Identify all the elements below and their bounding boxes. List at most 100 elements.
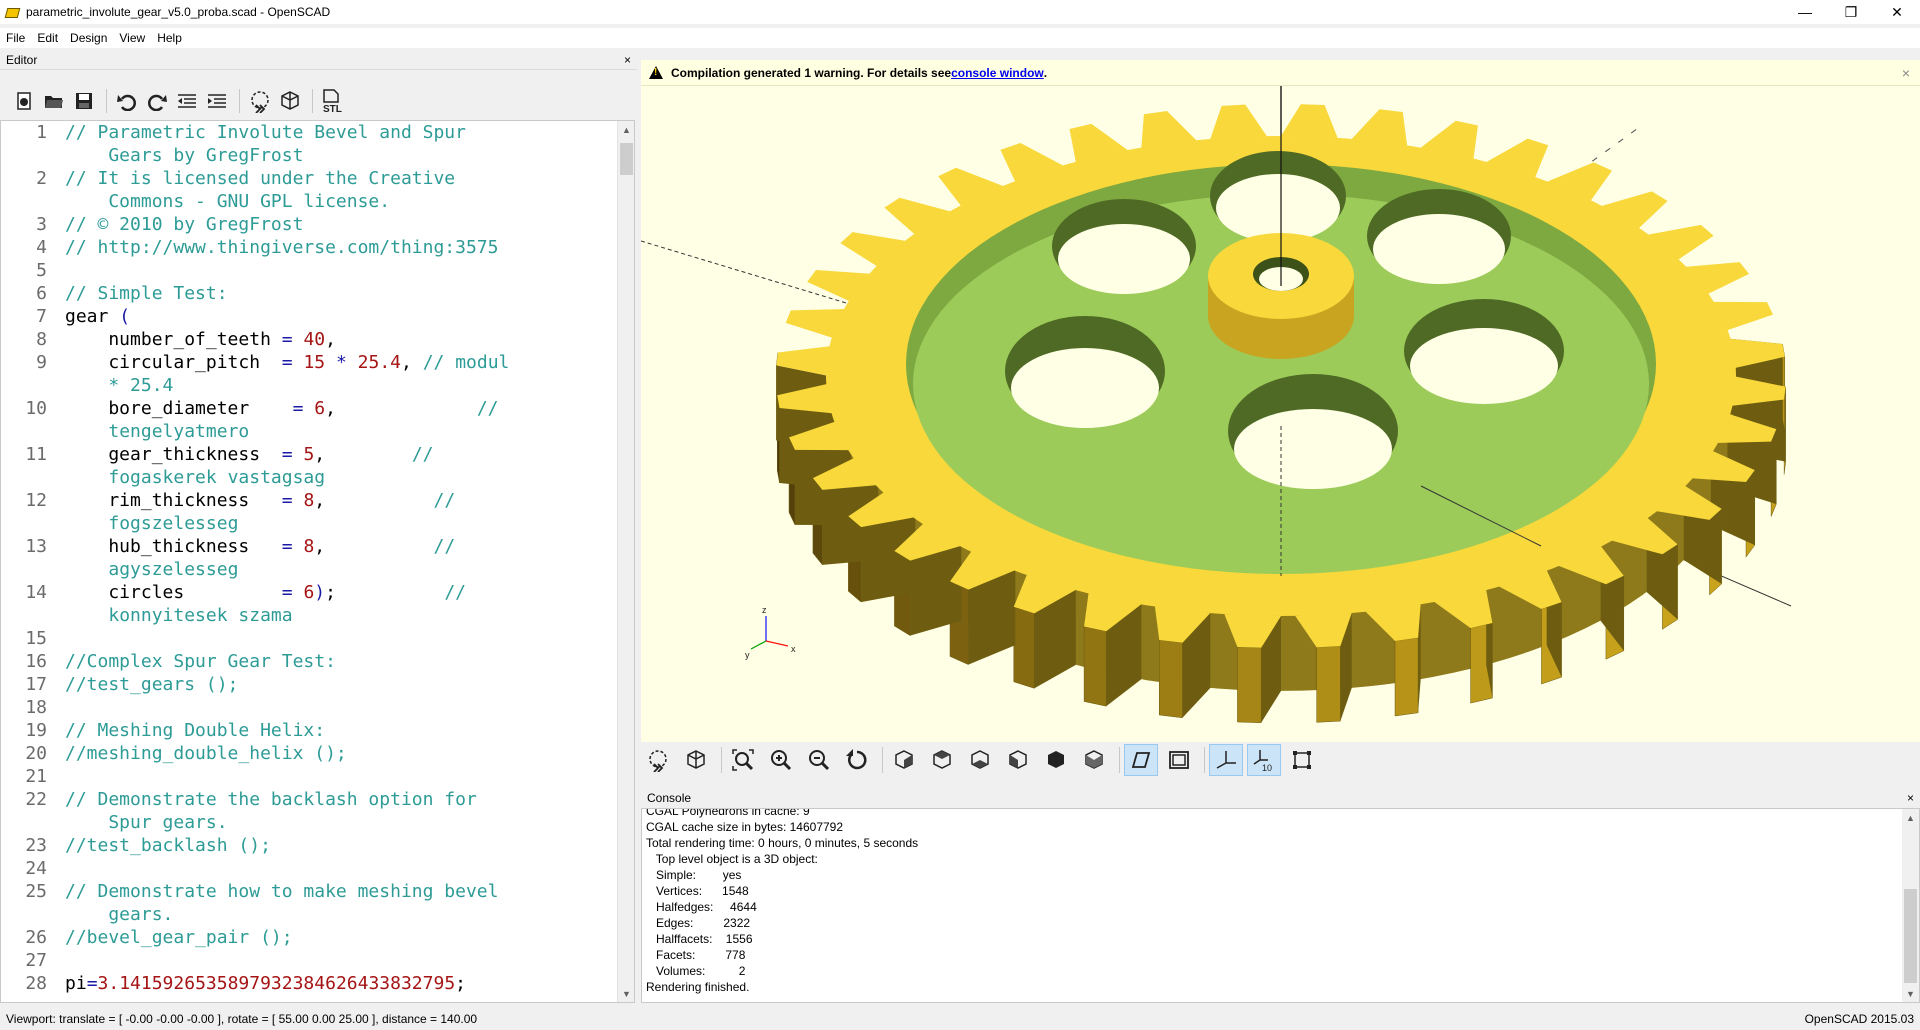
minimize-button[interactable]: —: [1782, 0, 1828, 24]
scroll-down-arrow-icon[interactable]: ▼: [618, 985, 634, 1002]
console-close-button[interactable]: ×: [1907, 791, 1914, 805]
export-stl-icon[interactable]: STL: [319, 87, 347, 115]
code-line[interactable]: 2// It is licensed under the Creative↲: [36, 167, 605, 190]
close-window-button[interactable]: ✕: [1874, 0, 1920, 24]
perspective-icon[interactable]: [1124, 744, 1158, 776]
code-line[interactable]: Commons - GNU GPL license.: [65, 190, 605, 213]
3d-viewport[interactable]: z y x: [641, 86, 1920, 742]
code-line[interactable]: 8 number_of_teeth = 40,: [36, 328, 605, 351]
status-bar: Viewport: translate = [ -0.00 -0.00 -0.0…: [0, 1008, 1920, 1030]
code-line[interactable]: 15: [25, 627, 605, 650]
render-icon[interactable]: [276, 87, 304, 115]
code-line[interactable]: Gears by GregFrost: [65, 144, 605, 167]
editor-scrollbar[interactable]: ▲ ▼: [617, 121, 634, 1002]
scroll-up-arrow-icon[interactable]: ▲: [618, 121, 634, 138]
code-line[interactable]: 1// Parametric Involute Bevel and Spur↲: [36, 121, 605, 144]
console-scrollbar[interactable]: ▲ ▼: [1902, 809, 1919, 1002]
code-line[interactable]: 13 hub_thickness = 8, //↲: [25, 535, 605, 558]
view-top-icon[interactable]: [925, 744, 959, 776]
code-line[interactable]: 5: [36, 259, 605, 282]
code-line[interactable]: tengelyatmero: [65, 420, 605, 443]
code-line[interactable]: 26 //bevel_gear_pair ();: [25, 926, 605, 949]
code-content[interactable]: 1// Parametric Involute Bevel and Spur↲ …: [25, 121, 605, 995]
console-output[interactable]: CGAL Polyhedrons in cache: 9 CGAL cache s…: [641, 808, 1920, 1003]
gear-tooth-side: [1394, 637, 1419, 717]
code-line[interactable]: 9 circular_pitch = 15 * 25.4, // modul↲: [36, 351, 605, 374]
indent-icon[interactable]: [203, 87, 231, 115]
code-line[interactable]: gears.: [65, 903, 605, 926]
editor-close-button[interactable]: ×: [624, 53, 631, 67]
code-line[interactable]: 17 //test_gears ();: [25, 673, 605, 696]
gear-tooth-side: [1237, 646, 1262, 724]
view-back-icon[interactable]: [1077, 744, 1111, 776]
axis-label-y: y: [745, 650, 750, 660]
view-bottom-icon[interactable]: [963, 744, 997, 776]
code-line[interactable]: 11 gear_thickness = 5, //↲: [25, 443, 605, 466]
warning-close-button[interactable]: ×: [1902, 65, 1910, 81]
code-text: Gears by GregFrost: [65, 145, 304, 166]
viewport-status: Viewport: translate = [ -0.00 -0.00 -0.0…: [6, 1012, 478, 1026]
code-line[interactable]: 7 gear (: [36, 305, 605, 328]
code-line[interactable]: 23 //test_backlash ();: [25, 834, 605, 857]
code-line[interactable]: 21: [25, 765, 605, 788]
code-line[interactable]: 6 // Simple Test:: [36, 282, 605, 305]
menu-view[interactable]: View: [113, 31, 151, 45]
line-number: 17: [25, 674, 47, 695]
new-file-icon[interactable]: [10, 87, 38, 115]
preview-icon[interactable]: [641, 744, 675, 776]
preview-icon[interactable]: [246, 87, 274, 115]
console-scroll-down-icon[interactable]: ▼: [1902, 985, 1919, 1002]
code-line[interactable]: fogaskerek vastagsag: [65, 466, 605, 489]
console-window-link[interactable]: console window: [951, 66, 1044, 80]
code-line[interactable]: * 25.4: [65, 374, 605, 397]
maximize-button[interactable]: ❐: [1828, 0, 1874, 24]
code-line[interactable]: 12 rim_thickness = 8, //↲: [25, 489, 605, 512]
line-number: 22: [25, 789, 47, 810]
menu-design[interactable]: Design: [64, 31, 113, 45]
code-line[interactable]: 3 // © 2010 by GregFrost: [36, 213, 605, 236]
code-line[interactable]: 28 pi=3.1415926535897932384626433832795;: [25, 972, 605, 995]
code-line[interactable]: 16 //Complex Spur Gear Test:: [25, 650, 605, 673]
view-right-icon[interactable]: [887, 744, 921, 776]
code-line[interactable]: fogszelesseg: [65, 512, 605, 535]
code-line[interactable]: 14 circles = 6); //↲: [25, 581, 605, 604]
open-file-icon[interactable]: [40, 87, 68, 115]
code-line[interactable]: 24: [25, 857, 605, 880]
editor-scroll-thumb[interactable]: [620, 143, 633, 175]
code-line[interactable]: 20 //meshing_double_helix ();: [25, 742, 605, 765]
code-line[interactable]: konnyitesek szama: [65, 604, 605, 627]
code-editor[interactable]: 1// Parametric Involute Bevel and Spur↲ …: [0, 120, 635, 1003]
code-line[interactable]: 25 // Demonstrate how to make meshing bev…: [25, 880, 605, 903]
show-scale-icon[interactable]: 10: [1247, 744, 1281, 776]
render-icon[interactable]: [679, 744, 713, 776]
save-icon[interactable]: [70, 87, 98, 115]
line-number: 1: [36, 122, 47, 143]
code-line[interactable]: 27: [25, 949, 605, 972]
show-edges-icon[interactable]: [1285, 744, 1319, 776]
view-front-icon[interactable]: [1039, 744, 1073, 776]
code-line[interactable]: 10 bore_diameter = 6, //↲: [25, 397, 605, 420]
code-line[interactable]: Spur gears.: [65, 811, 605, 834]
code-line[interactable]: 18: [25, 696, 605, 719]
menu-edit[interactable]: Edit: [31, 31, 64, 45]
code-line[interactable]: 4 // http://www.thingiverse.com/thing:357…: [36, 236, 605, 259]
view-all-icon[interactable]: [726, 744, 760, 776]
console-scroll-up-icon[interactable]: ▲: [1902, 809, 1919, 826]
code-line[interactable]: 22 // Demonstrate the backlash option for…: [25, 788, 605, 811]
code-line[interactable]: agyszelesseg: [65, 558, 605, 581]
show-axes-icon[interactable]: [1209, 744, 1243, 776]
view-left-icon[interactable]: [1001, 744, 1035, 776]
zoom-in-icon[interactable]: [764, 744, 798, 776]
code-text: fogszelesseg: [108, 513, 239, 534]
menu-help[interactable]: Help: [151, 31, 188, 45]
reset-view-icon[interactable]: [840, 744, 874, 776]
zoom-out-icon[interactable]: [802, 744, 836, 776]
console-scroll-thumb[interactable]: [1904, 889, 1917, 983]
unindent-icon[interactable]: [173, 87, 201, 115]
redo-icon[interactable]: [143, 87, 171, 115]
code-line[interactable]: 19 // Meshing Double Helix:: [25, 719, 605, 742]
editor-title: Editor: [6, 52, 38, 67]
orthogonal-icon[interactable]: [1162, 744, 1196, 776]
menu-file[interactable]: File: [0, 31, 31, 45]
undo-icon[interactable]: [113, 87, 141, 115]
